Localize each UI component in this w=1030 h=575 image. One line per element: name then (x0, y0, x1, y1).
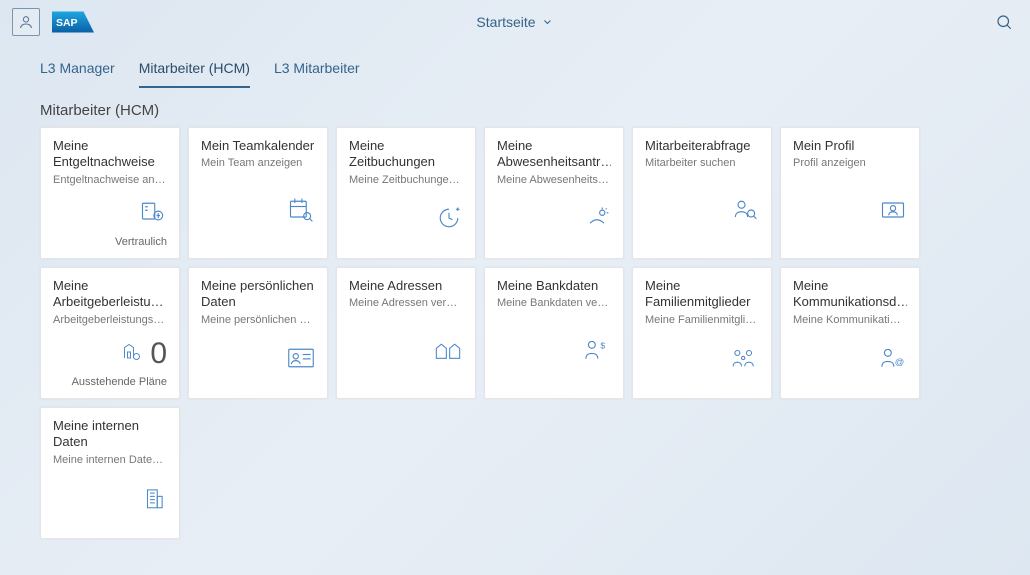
tile-title: Meine Entgeltnachweise (53, 138, 167, 171)
tile-title: Meine Arbeitgeberleistu… (53, 278, 167, 311)
calendar-search-icon (287, 196, 315, 229)
tile-title: Meine persönlichen Daten (201, 278, 315, 311)
tile-subtitle: Meine internen Date… (53, 453, 167, 467)
tile-title: Meine Bankdaten (497, 278, 611, 294)
section-title: Mitarbeiter (HCM) (0, 88, 1030, 127)
family-icon (729, 346, 759, 375)
tile-zeitbuchungen[interactable]: Meine Zeitbuchungen Meine Zeitbuchunge… (336, 127, 476, 259)
clock-icon (435, 204, 463, 237)
tile-familienmitglieder[interactable]: Meine Familienmitglieder Meine Familienm… (632, 267, 772, 399)
benefits-icon (120, 340, 144, 369)
tile-profil[interactable]: Mein Profil Profil anzeigen (780, 127, 920, 259)
app-header: SAP Startseite (0, 0, 1030, 44)
building-icon (141, 485, 167, 516)
tile-bankdaten[interactable]: Meine Bankdaten Meine Bankdaten ve… $ (484, 267, 624, 399)
tile-subtitle: Meine Bankdaten ve… (497, 296, 611, 310)
sun-icon (583, 204, 611, 237)
tile-title: Meine Kommunikationsd… (793, 278, 907, 311)
search-icon (995, 13, 1013, 31)
chevron-down-icon (542, 16, 554, 28)
tile-entgeltnachweise[interactable]: Meine Entgeltnachweise Entgeltnachweise … (40, 127, 180, 259)
user-icon (18, 14, 34, 30)
tile-subtitle: Meine Kommunikati… (793, 313, 907, 327)
tile-title: Meine Zeitbuchungen (349, 138, 463, 171)
tile-title: Meine Abwesenheitsantr… (497, 138, 611, 171)
tile-title: Meine Familienmitglieder (645, 278, 759, 311)
tile-subtitle: Meine Familienmitgli… (645, 313, 759, 327)
tile-title: Mein Teamkalender (201, 138, 315, 154)
tile-title: Meine Adressen (349, 278, 463, 294)
tile-footer: Vertraulich (53, 236, 167, 248)
svg-text:$: $ (600, 340, 605, 350)
svg-text:SAP: SAP (56, 17, 78, 29)
page-title-dropdown[interactable]: Startseite (476, 14, 553, 30)
tile-title: Mitarbeiterabfrage (645, 138, 759, 154)
page-title: Startseite (476, 14, 535, 30)
tile-subtitle: Arbeitgeberleistungs… (53, 313, 167, 327)
person-search-icon (731, 196, 759, 229)
payslip-icon (139, 198, 167, 231)
tile-subtitle: Mein Team anzeigen (201, 156, 315, 170)
tile-subtitle: Mitarbeiter suchen (645, 156, 759, 170)
tile-mitarbeiterabfrage[interactable]: Mitarbeiterabfrage Mitarbeiter suchen (632, 127, 772, 259)
person-money-icon: $ (583, 338, 611, 367)
sap-logo: SAP (52, 11, 94, 33)
tile-number: 0 (150, 337, 167, 371)
person-email-icon: @ (879, 346, 907, 375)
user-menu-button[interactable] (12, 8, 40, 36)
tab-l3-manager[interactable]: L3 Manager (40, 60, 115, 88)
tile-kommunikationsdaten[interactable]: Meine Kommunikationsd… Meine Kommunikati… (780, 267, 920, 399)
tab-l3-mitarbeiter[interactable]: L3 Mitarbeiter (274, 60, 360, 88)
tile-interne-daten[interactable]: Meine internen Daten Meine internen Date… (40, 407, 180, 539)
id-card-icon (287, 347, 315, 374)
tile-subtitle: Meine Abwesenheits… (497, 173, 611, 187)
tile-title: Mein Profil (793, 138, 907, 154)
svg-text:@: @ (895, 356, 905, 367)
tile-persoenliche-daten[interactable]: Meine persönlichen Daten Meine persönlic… (188, 267, 328, 399)
tile-subtitle: Meine Adressen ver… (349, 296, 463, 310)
tile-subtitle: Entgeltnachweise an… (53, 173, 167, 187)
tab-mitarbeiter-hcm[interactable]: Mitarbeiter (HCM) (139, 60, 250, 88)
profile-card-icon (879, 196, 907, 229)
tile-grid: Meine Entgeltnachweise Entgeltnachweise … (0, 127, 1030, 539)
search-button[interactable] (990, 8, 1018, 36)
tile-arbeitgeberleistungen[interactable]: Meine Arbeitgeberleistu… Arbeitgeberleis… (40, 267, 180, 399)
tile-adressen[interactable]: Meine Adressen Meine Adressen ver… (336, 267, 476, 399)
tile-footer: Ausstehende Pläne (53, 376, 167, 388)
houses-icon (433, 338, 463, 367)
tile-subtitle: Meine persönlichen … (201, 313, 315, 327)
tile-teamkalender[interactable]: Mein Teamkalender Mein Team anzeigen (188, 127, 328, 259)
tile-subtitle: Meine Zeitbuchunge… (349, 173, 463, 187)
tab-bar: L3 Manager Mitarbeiter (HCM) L3 Mitarbei… (0, 44, 1030, 88)
tile-title: Meine internen Daten (53, 418, 167, 451)
tile-subtitle: Profil anzeigen (793, 156, 907, 170)
tile-abwesenheit[interactable]: Meine Abwesenheitsantr… Meine Abwesenhei… (484, 127, 624, 259)
